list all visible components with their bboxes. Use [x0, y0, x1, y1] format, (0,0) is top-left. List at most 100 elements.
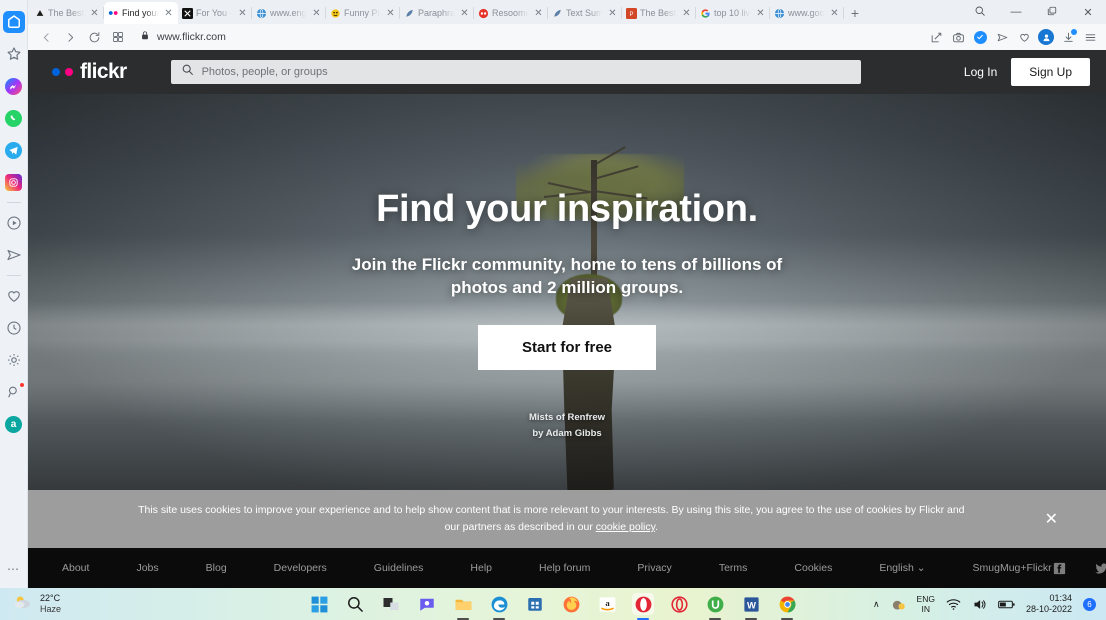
weather-widget[interactable]: 22°C Haze	[0, 593, 130, 616]
facebook-icon[interactable]	[1052, 561, 1067, 576]
tab-text-summarizer[interactable]: Text Summ ✕	[548, 2, 622, 24]
tab-close-icon[interactable]: ✕	[89, 8, 100, 19]
wifi-icon[interactable]	[946, 598, 961, 611]
cookie-policy-link[interactable]: cookie policy	[596, 521, 655, 533]
forward-button[interactable]	[58, 26, 82, 48]
taskbar-store-button[interactable]	[524, 593, 546, 615]
footer-link-developers[interactable]: Developers	[274, 562, 327, 574]
sidebar-item-amazon-shopping[interactable]: a	[3, 413, 25, 435]
login-button[interactable]: Log In	[964, 65, 997, 79]
window-close-button[interactable]: ✕	[1070, 6, 1106, 19]
ellipsis-icon: ⋯	[7, 562, 20, 576]
tab-close-icon[interactable]: ✕	[459, 8, 470, 19]
sidebar-item-bookmarks[interactable]	[3, 285, 25, 307]
tab-search-icon[interactable]	[962, 5, 998, 20]
tab-top-10-live[interactable]: top 10 live ✕	[696, 2, 770, 24]
send-icon[interactable]	[992, 27, 1012, 47]
tab-paraphrasing[interactable]: Paraphrasi ✕	[400, 2, 474, 24]
taskbar-edge-button[interactable]	[488, 593, 510, 620]
signup-button[interactable]: Sign Up	[1011, 58, 1090, 86]
sidebar-item-history[interactable]	[3, 317, 25, 339]
footer-link-blog[interactable]: Blog	[206, 562, 227, 574]
tab-close-icon[interactable]: ✕	[607, 8, 618, 19]
tab-for-you-x[interactable]: For You - X ✕	[178, 2, 252, 24]
tray-app-icon[interactable]	[891, 597, 906, 612]
sidebar-item-paper-plane[interactable]	[3, 244, 25, 266]
tab-google[interactable]: www.googl ✕	[770, 2, 844, 24]
footer-link-jobs[interactable]: Jobs	[136, 562, 158, 574]
tab-close-icon[interactable]: ✕	[311, 8, 322, 19]
reload-button[interactable]	[82, 26, 106, 48]
footer-link-help[interactable]: Help	[470, 562, 492, 574]
taskbar-utorrent-button[interactable]	[704, 593, 726, 620]
verified-icon[interactable]	[970, 27, 990, 47]
menu-icon[interactable]	[1080, 27, 1100, 47]
tab-close-icon[interactable]: ✕	[755, 8, 766, 19]
tab-find-your-inspiration[interactable]: Find your in ✕	[104, 2, 178, 24]
sidebar-item-telegram[interactable]	[3, 139, 25, 161]
window-minimize-button[interactable]: —	[998, 6, 1034, 18]
cookie-close-button[interactable]: ✕	[1045, 509, 1076, 529]
taskbar-chat-button[interactable]	[416, 593, 438, 615]
volume-icon[interactable]	[972, 598, 987, 611]
tab-close-icon[interactable]: ✕	[237, 8, 248, 19]
sidebar-item-whatsapp[interactable]	[3, 107, 25, 129]
smugmug-flickr-link[interactable]: SmugMug+Flickr	[973, 562, 1052, 574]
tab-resoomer[interactable]: Resoomer ✕	[474, 2, 548, 24]
sidebar-item-notifications[interactable]	[3, 381, 25, 403]
start-for-free-button[interactable]: Start for free	[477, 325, 657, 370]
twitter-icon[interactable]	[1094, 561, 1106, 576]
search-box[interactable]	[170, 60, 861, 84]
footer-link-cookies[interactable]: Cookies	[794, 562, 832, 574]
battery-icon[interactable]	[998, 599, 1015, 610]
tab-close-icon[interactable]: ✕	[163, 8, 174, 19]
sidebar-item-music-player[interactable]	[3, 212, 25, 234]
taskbar-word-button[interactable]: W	[740, 593, 762, 620]
tab-close-icon[interactable]: ✕	[533, 8, 544, 19]
search-input[interactable]	[201, 66, 851, 78]
camera-icon[interactable]	[948, 27, 968, 47]
sidebar-item-settings[interactable]	[3, 349, 25, 371]
heart-icon[interactable]	[1014, 27, 1034, 47]
language-indicator[interactable]: ENG IN	[917, 594, 935, 614]
footer-link-about[interactable]: About	[62, 562, 89, 574]
taskbar-firefox-button[interactable]	[560, 593, 582, 615]
sidebar-item-opera-home[interactable]	[2, 11, 25, 33]
taskbar-start-button[interactable]	[308, 593, 330, 615]
taskbar-amazon-button[interactable]: a	[596, 593, 618, 615]
footer-link-guidelines[interactable]: Guidelines	[374, 562, 424, 574]
window-maximize-button[interactable]	[1034, 6, 1070, 19]
tab-the-best-list[interactable]: P The Best Li ✕	[622, 2, 696, 24]
sidebar-item-instagram[interactable]	[3, 171, 25, 193]
tab-funny-pictures[interactable]: Funny Pict ✕	[326, 2, 400, 24]
taskbar-file-explorer-button[interactable]	[452, 593, 474, 620]
back-button[interactable]	[34, 26, 58, 48]
sidebar-item-favorites[interactable]	[3, 43, 25, 65]
sidebar-item-messenger[interactable]	[3, 75, 25, 97]
tab-close-icon[interactable]: ✕	[385, 8, 396, 19]
taskbar-opera-gx-button[interactable]	[668, 593, 690, 615]
footer-link-help-forum[interactable]: Help forum	[539, 562, 590, 574]
tab-the-best-10[interactable]: The Best 10 ✕	[30, 2, 104, 24]
profile-icon[interactable]	[1036, 27, 1056, 47]
footer-link-privacy[interactable]: Privacy	[637, 562, 671, 574]
tab-close-icon[interactable]: ✕	[829, 8, 840, 19]
address-bar[interactable]: www.flickr.com	[130, 27, 926, 47]
new-tab-button[interactable]: +	[844, 2, 866, 24]
tab-close-icon[interactable]: ✕	[681, 8, 692, 19]
snapshot-icon[interactable]	[926, 27, 946, 47]
downloads-icon[interactable]	[1058, 27, 1078, 47]
taskbar-chrome-button[interactable]	[776, 593, 798, 620]
sidebar-item-more-options[interactable]: ⋯	[3, 558, 25, 580]
tab-islands-button[interactable]	[106, 26, 130, 48]
tray-overflow-button[interactable]: ∧	[873, 599, 880, 610]
clock[interactable]: 01:34 28-10-2022	[1026, 593, 1072, 615]
notification-count-badge[interactable]: 6	[1083, 597, 1096, 611]
footer-link-terms[interactable]: Terms	[719, 562, 748, 574]
flickr-logo[interactable]: flickr	[52, 60, 127, 84]
tab-engadget[interactable]: www.engad ✕	[252, 2, 326, 24]
taskbar-search-button[interactable]	[344, 593, 366, 615]
taskbar-task-view-button[interactable]	[380, 593, 402, 615]
taskbar-opera-button[interactable]	[632, 593, 654, 620]
language-selector[interactable]: English ⌄	[879, 562, 925, 574]
